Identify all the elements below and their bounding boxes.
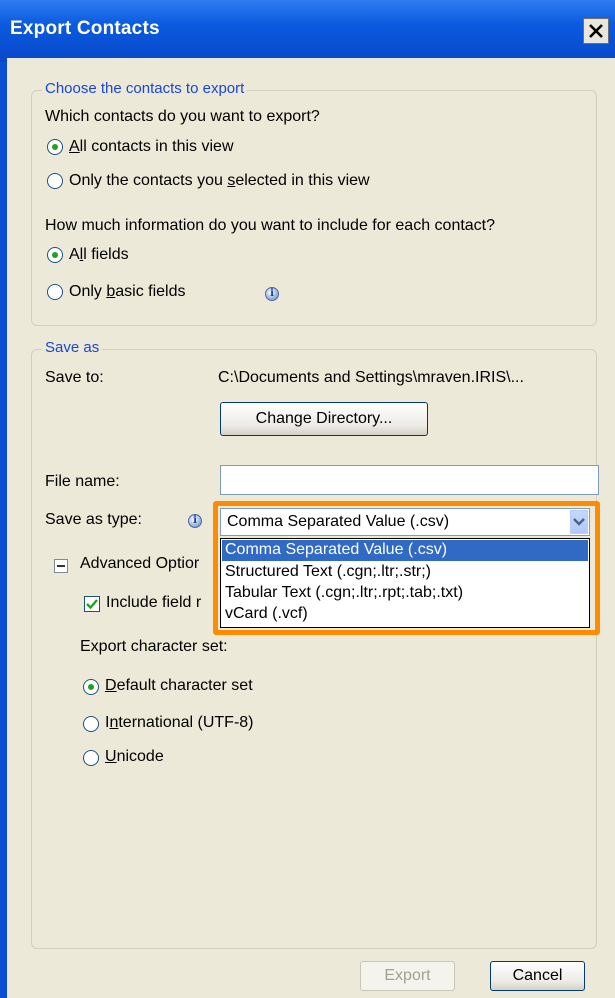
change-directory-label: Change Directory... [255, 410, 393, 427]
question-which-contacts: Which contacts do you want to export? [45, 108, 320, 125]
highlight-box [213, 501, 600, 635]
file-name-input[interactable] [220, 465, 599, 495]
radio-international-charset[interactable] [83, 716, 99, 732]
question-how-much-info: How much information do you want to incl… [45, 217, 496, 234]
save-to-path: C:\Documents and Settings\mraven.IRIS\..… [218, 369, 524, 386]
charset-label: Export character set: [80, 638, 228, 655]
label-unicode-charset[interactable]: Unicode [105, 748, 164, 766]
label-international-charset[interactable]: International (UTF-8) [105, 714, 254, 732]
cancel-button[interactable]: Cancel [490, 961, 585, 991]
save-to-label: Save to: [45, 369, 104, 386]
label-default-charset[interactable]: Default character set [105, 677, 253, 695]
label-all-contacts[interactable]: All contacts in this view [69, 138, 234, 156]
radio-basic-fields[interactable] [47, 284, 63, 300]
radio-all-fields[interactable] [47, 247, 63, 263]
include-field-label[interactable]: Include field r [106, 594, 201, 612]
save-as-type-label: Save as type: [45, 511, 142, 528]
radio-all-contacts[interactable] [47, 139, 63, 155]
export-button[interactable]: Export [360, 961, 455, 991]
info-icon[interactable]: i [265, 287, 279, 301]
title-bar: Export Contacts [0, 0, 615, 62]
contacts-group-legend: Choose the contacts to export [42, 80, 248, 97]
info-icon[interactable]: i [188, 514, 202, 528]
export-contacts-dialog: Export Contacts Choose the contacts to e… [0, 0, 615, 998]
label-all-fields[interactable]: All fields [69, 246, 129, 264]
advanced-options-label[interactable]: Advanced Optior [80, 555, 199, 573]
radio-unicode-charset[interactable] [83, 750, 99, 766]
label-selected-contacts[interactable]: Only the contacts you selected in this v… [69, 172, 370, 190]
cancel-button-label: Cancel [512, 967, 563, 984]
radio-selected-contacts[interactable] [47, 173, 63, 189]
change-directory-button[interactable]: Change Directory... [220, 402, 428, 436]
dialog-title: Export Contacts [10, 18, 160, 39]
save-as-group-legend: Save as [42, 339, 103, 356]
file-name-label: File name: [45, 473, 120, 490]
collapse-icon[interactable] [54, 559, 68, 573]
include-field-checkbox[interactable] [84, 596, 100, 612]
label-basic-fields[interactable]: Only basic fields [69, 283, 186, 301]
dialog-body: Choose the contacts to export Which cont… [7, 58, 615, 998]
close-button[interactable] [583, 18, 609, 44]
checkmark-icon [86, 599, 98, 610]
radio-default-charset[interactable] [83, 679, 99, 695]
export-button-label: Export [384, 967, 431, 984]
close-icon [589, 24, 603, 38]
